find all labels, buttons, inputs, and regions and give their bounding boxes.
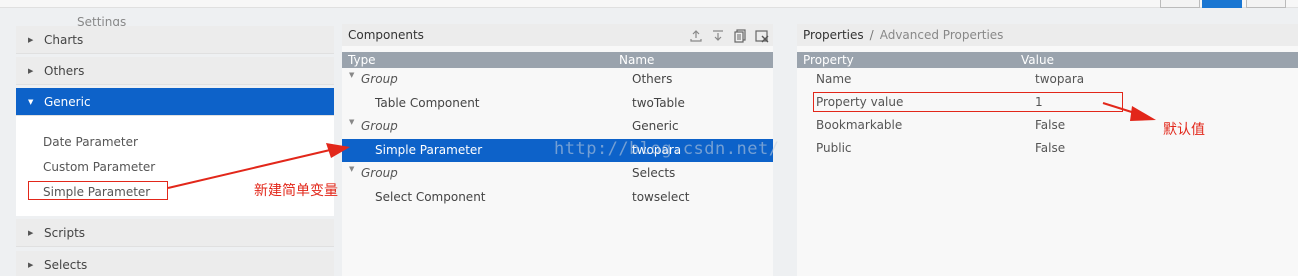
section-generic[interactable]: ▼ Generic	[16, 88, 334, 116]
highlight-box-simple-parameter	[28, 181, 168, 200]
property-value[interactable]: False	[1035, 141, 1065, 155]
watermark: http://blog.csdn.net/	[554, 139, 780, 159]
collapsed-arrow-icon: ▶	[28, 228, 34, 237]
section-label: Generic	[44, 94, 91, 109]
layout-button[interactable]	[1160, 0, 1200, 8]
property-name: Public	[816, 141, 852, 155]
expand-arrow-icon[interactable]: ▼	[349, 165, 354, 173]
property-value[interactable]: twopara	[1035, 72, 1084, 86]
property-row[interactable]: Public False	[797, 137, 1298, 160]
item-custom-parameter[interactable]: Custom Parameter	[43, 160, 155, 174]
tree-row-group[interactable]: ▼ Group Others	[342, 68, 773, 91]
row-name: Others	[632, 72, 673, 86]
item-date-parameter[interactable]: Date Parameter	[43, 135, 138, 149]
row-name: towselect	[632, 190, 690, 204]
row-type: Table Component	[375, 96, 480, 110]
row-type: Group	[361, 166, 398, 180]
column-property: Property	[803, 53, 854, 67]
advanced-properties-tab[interactable]: Advanced Properties	[880, 28, 1004, 42]
column-type[interactable]: Type	[348, 53, 376, 67]
expand-arrow-icon[interactable]: ▼	[349, 71, 354, 79]
properties-column-header: Property Value	[797, 52, 1298, 68]
tree-row[interactable]: Select Component towselect	[342, 186, 773, 209]
row-type: Simple Parameter	[375, 143, 483, 157]
properties-header: Properties / Advanced Properties	[797, 24, 1298, 46]
properties-panel: Properties / Advanced Properties Propert…	[797, 24, 1298, 276]
row-type: Select Component	[375, 190, 486, 204]
collapsed-arrow-icon: ▶	[28, 260, 34, 269]
section-label: Scripts	[44, 225, 86, 240]
expanded-arrow-icon: ▼	[28, 97, 34, 106]
components-column-header: Type Name	[342, 52, 773, 68]
row-type: Group	[361, 72, 398, 86]
section-label: Others	[44, 63, 85, 78]
section-scripts[interactable]: ▶ Scripts	[16, 219, 334, 247]
section-label: Selects	[44, 257, 88, 272]
property-row[interactable]: Bookmarkable False	[797, 114, 1298, 137]
expand-arrow-icon[interactable]: ▼	[349, 118, 354, 126]
components-title: Components	[348, 28, 424, 42]
component-palette: ▶ Charts ▶ Others ▼ Generic Date Paramet…	[16, 26, 334, 276]
row-name: Generic	[632, 119, 679, 133]
annotation-default-value: 默认值	[1163, 122, 1205, 138]
property-row[interactable]: Name twopara	[797, 68, 1298, 91]
export-icon[interactable]	[689, 29, 703, 43]
collapsed-arrow-icon: ▶	[28, 66, 34, 75]
properties-tab[interactable]: Properties	[803, 28, 864, 42]
copy-icon[interactable]	[733, 29, 747, 43]
components-header: Components	[342, 24, 773, 46]
import-icon[interactable]	[711, 29, 725, 43]
tab-separator: /	[869, 28, 874, 42]
property-name: Name	[816, 72, 852, 86]
top-toolbar-strip	[0, 0, 1298, 8]
property-value[interactable]: False	[1035, 118, 1065, 132]
components-panel: Components Type Name ▼ Group Others Tabl…	[342, 24, 779, 276]
row-name: twoTable	[632, 96, 685, 110]
tree-row-group[interactable]: ▼ Group Selects	[342, 162, 773, 185]
delete-icon[interactable]	[755, 29, 769, 43]
tree-row-group[interactable]: ▼ Group Generic	[342, 115, 773, 138]
datasources-button[interactable]	[1246, 0, 1286, 8]
section-charts[interactable]: ▶ Charts	[16, 26, 334, 54]
column-name[interactable]: Name	[619, 53, 654, 67]
section-label: Charts	[44, 32, 84, 47]
row-name: Selects	[632, 166, 676, 180]
highlight-box-property-value	[813, 92, 1123, 112]
generic-items-list: Date Parameter Custom Parameter Simple P…	[16, 116, 334, 216]
tree-row[interactable]: Table Component twoTable	[342, 92, 773, 115]
row-type: Group	[361, 119, 398, 133]
components-button[interactable]	[1202, 0, 1242, 8]
collapsed-arrow-icon: ▶	[28, 35, 34, 44]
column-value: Value	[1021, 53, 1054, 67]
section-selects[interactable]: ▶ Selects	[16, 251, 334, 276]
property-name: Bookmarkable	[816, 118, 903, 132]
section-others[interactable]: ▶ Others	[16, 57, 334, 85]
components-toolbar	[689, 29, 769, 43]
annotation-new-simple-variable: 新建简单变量	[254, 183, 338, 199]
